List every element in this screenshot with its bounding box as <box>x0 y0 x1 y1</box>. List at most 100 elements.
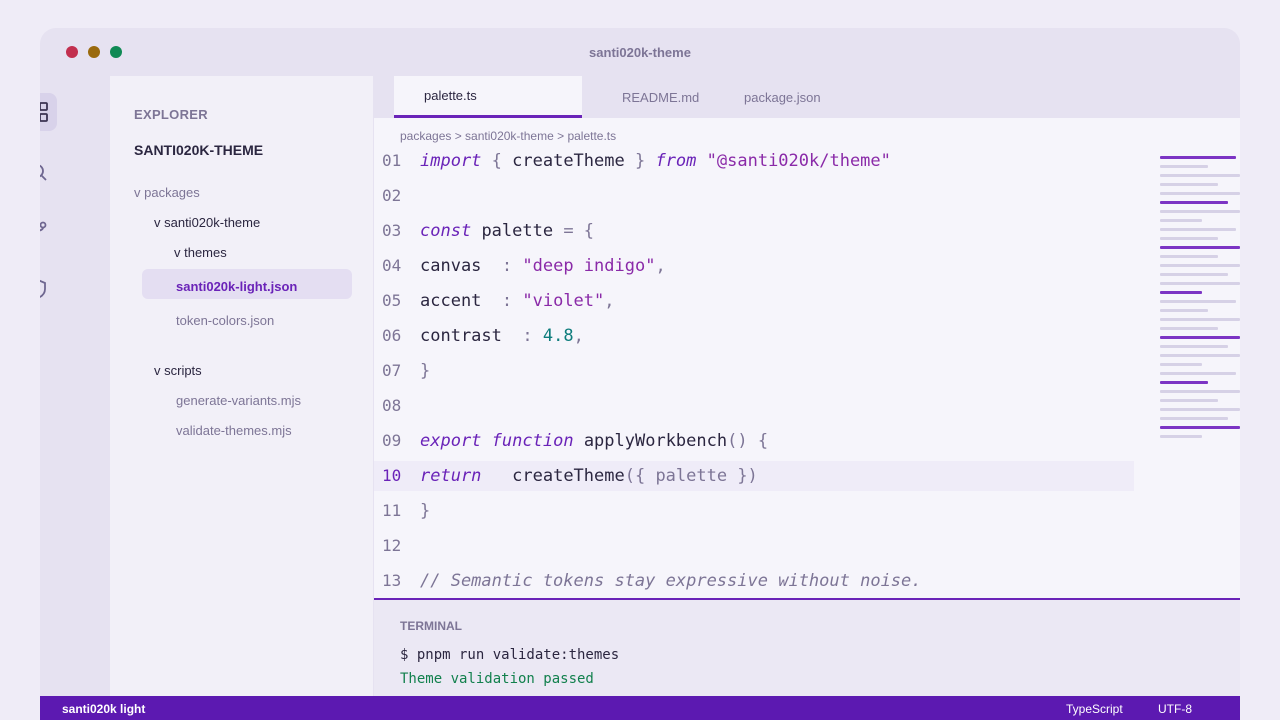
code-line[interactable]: 10 return createTheme({ palette }) <box>374 461 1134 491</box>
minimap-line <box>1160 417 1228 420</box>
search-button[interactable] <box>40 153 57 191</box>
line-number: 03 <box>382 221 402 240</box>
minimap-line <box>1160 165 1208 168</box>
code-content: accent : "violet", <box>420 291 615 311</box>
terminal-command: $ pnpm run validate:themes <box>400 647 620 663</box>
minimap-line <box>1160 336 1240 339</box>
status-language[interactable]: TypeScript <box>1066 702 1123 716</box>
minimap-line <box>1160 381 1208 384</box>
tab-readme-md[interactable]: README.md <box>592 76 712 118</box>
minimap-line <box>1160 363 1202 366</box>
minimap-line <box>1160 318 1240 321</box>
minimap[interactable] <box>1160 156 1240 456</box>
editor-window: santi020k-theme EXPLORER SANTI020K-THEME… <box>40 28 1240 720</box>
code-line[interactable]: 13 // Semantic tokens stay expressive wit… <box>374 566 1134 596</box>
minimap-line <box>1160 255 1218 258</box>
title-bar: santi020k-theme <box>40 28 1240 76</box>
minimap-line <box>1160 399 1218 402</box>
file-generate-variants[interactable]: generate-variants.mjs <box>176 393 301 408</box>
explorer-heading: EXPLORER <box>134 107 208 122</box>
folder-themes[interactable]: v themes <box>174 245 227 260</box>
terminal-panel[interactable]: TERMINAL $ pnpm run validate:themes Them… <box>374 598 1240 696</box>
folder-scripts[interactable]: v scripts <box>154 363 202 378</box>
code-line[interactable]: 02 <box>374 181 1134 211</box>
minimap-line <box>1160 282 1240 285</box>
explorer-sidebar: EXPLORER SANTI020K-THEME v packages v sa… <box>110 76 373 696</box>
status-bar: santi020k light TypeScript UTF-8 <box>40 696 1240 720</box>
minimap-line <box>1160 219 1202 222</box>
file-validate-themes[interactable]: validate-themes.mjs <box>176 423 292 438</box>
code-line[interactable]: 11} <box>374 496 1134 526</box>
window-title: santi020k-theme <box>589 45 691 60</box>
minimap-line <box>1160 300 1236 303</box>
line-number: 02 <box>382 186 402 205</box>
line-number: 10 <box>382 466 402 485</box>
line-number: 11 <box>382 501 402 520</box>
line-number: 01 <box>382 151 402 170</box>
minimap-line <box>1160 309 1208 312</box>
code-line[interactable]: 12 <box>374 531 1134 561</box>
minimap-line <box>1160 183 1218 186</box>
file-santi020k-light-json[interactable]: santi020k-light.json <box>176 279 297 294</box>
line-number: 07 <box>382 361 402 380</box>
minimap-line <box>1160 327 1218 330</box>
minimap-line <box>1160 210 1240 213</box>
shield-icon <box>40 279 46 298</box>
code-content: } <box>420 501 431 521</box>
code-content: export function applyWorkbench() { <box>420 431 769 451</box>
minimap-line <box>1160 273 1228 276</box>
minimap-line <box>1160 264 1240 267</box>
code-content: } <box>420 361 431 381</box>
line-number: 09 <box>382 431 402 450</box>
terminal-title: TERMINAL <box>400 619 462 633</box>
minimap-line <box>1160 156 1236 159</box>
security-button[interactable] <box>40 270 57 308</box>
minimap-line <box>1160 354 1240 357</box>
folder-packages[interactable]: v packages <box>134 185 200 200</box>
minimap-line <box>1160 201 1228 204</box>
breadcrumb[interactable]: packages > santi020k-theme > palette.ts <box>400 129 616 143</box>
code-content: canvas : "deep indigo", <box>420 256 666 276</box>
minimap-line <box>1160 237 1218 240</box>
code-line[interactable]: 06 contrast : 4.8, <box>374 321 1134 351</box>
file-token-colors-json[interactable]: token-colors.json <box>176 313 274 328</box>
code-line[interactable]: 07} <box>374 356 1134 386</box>
code-line[interactable]: 05 accent : "violet", <box>374 286 1134 316</box>
code-line[interactable]: 03 const palette = { <box>374 216 1134 246</box>
code-line[interactable]: 08 <box>374 391 1134 421</box>
project-name[interactable]: SANTI020K-THEME <box>134 142 263 158</box>
minimap-line <box>1160 426 1240 429</box>
tab-palette-ts[interactable]: palette.ts <box>394 76 582 118</box>
minimap-line <box>1160 408 1240 411</box>
minimap-line <box>1160 372 1236 375</box>
line-number: 06 <box>382 326 402 345</box>
minimap-line <box>1160 345 1228 348</box>
status-encoding[interactable]: UTF-8 <box>1158 702 1192 716</box>
activity-bar <box>40 76 110 696</box>
minimap-line <box>1160 246 1240 249</box>
folder-santi020k-theme[interactable]: v santi020k-theme <box>154 215 260 230</box>
tab-bar: palette.ts README.md package.json <box>374 76 1240 118</box>
code-content: // Semantic tokens stay expressive witho… <box>420 571 922 591</box>
tab-package-json[interactable]: package.json <box>714 76 844 118</box>
explorer-button[interactable] <box>40 93 57 131</box>
code-line[interactable]: 04 canvas : "deep indigo", <box>374 251 1134 281</box>
minimap-line <box>1160 228 1236 231</box>
line-number: 08 <box>382 396 402 415</box>
code-content: return createTheme({ palette }) <box>420 466 758 486</box>
line-number: 13 <box>382 571 402 590</box>
minimap-line <box>1160 291 1202 294</box>
code-content: contrast : 4.8, <box>420 326 584 346</box>
status-theme-name[interactable]: santi020k light <box>62 702 145 716</box>
line-number: 05 <box>382 291 402 310</box>
code-editor[interactable]: 01 import { createTheme } from "@santi020… <box>374 146 1134 598</box>
code-content: import { createTheme } from "@santi020k/… <box>420 151 891 171</box>
editor-area: palette.ts README.md package.json packag… <box>374 76 1240 696</box>
code-line[interactable]: 09 export function applyWorkbench() { <box>374 426 1134 456</box>
search-icon <box>40 164 47 181</box>
code-line[interactable]: 01 import { createTheme } from "@santi020… <box>374 146 1134 176</box>
source-control-button[interactable] <box>40 211 57 249</box>
line-number: 12 <box>382 536 402 555</box>
terminal-output: Theme validation passed <box>400 671 594 687</box>
line-number: 04 <box>382 256 402 275</box>
